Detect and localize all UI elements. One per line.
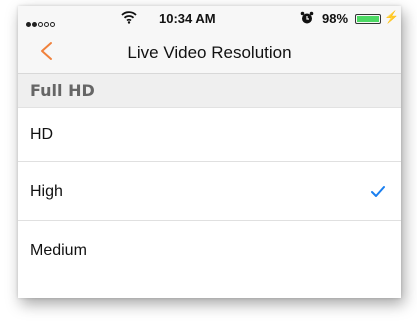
status-bar: 10:34 AM 98% ⚡ <box>18 6 401 32</box>
navigation-bar: Live Video Resolution <box>18 32 401 74</box>
checkmark-icon <box>371 162 385 220</box>
page-title: Live Video Resolution <box>127 43 292 62</box>
option-label: High <box>30 183 63 200</box>
option-label: HD <box>30 126 54 143</box>
status-time: 10:34 AM <box>159 11 216 26</box>
option-medium[interactable]: Medium <box>18 221 401 280</box>
charging-bolt-icon: ⚡ <box>384 10 399 24</box>
battery-percent: 98% <box>322 11 349 26</box>
wifi-icon <box>121 10 137 27</box>
section-header-full-hd: Full HD <box>18 74 401 108</box>
signal-dots-icon <box>26 15 56 30</box>
option-high[interactable]: High <box>18 162 401 221</box>
resolution-list: Full HD HD High Medium <box>18 74 401 280</box>
battery-icon <box>355 14 381 24</box>
option-label: Medium <box>30 242 87 259</box>
option-hd[interactable]: HD <box>18 108 401 162</box>
alarm-clock-icon <box>300 11 314 28</box>
phone-screen: 10:34 AM 98% ⚡ Live Video Resolution Ful… <box>18 6 401 298</box>
